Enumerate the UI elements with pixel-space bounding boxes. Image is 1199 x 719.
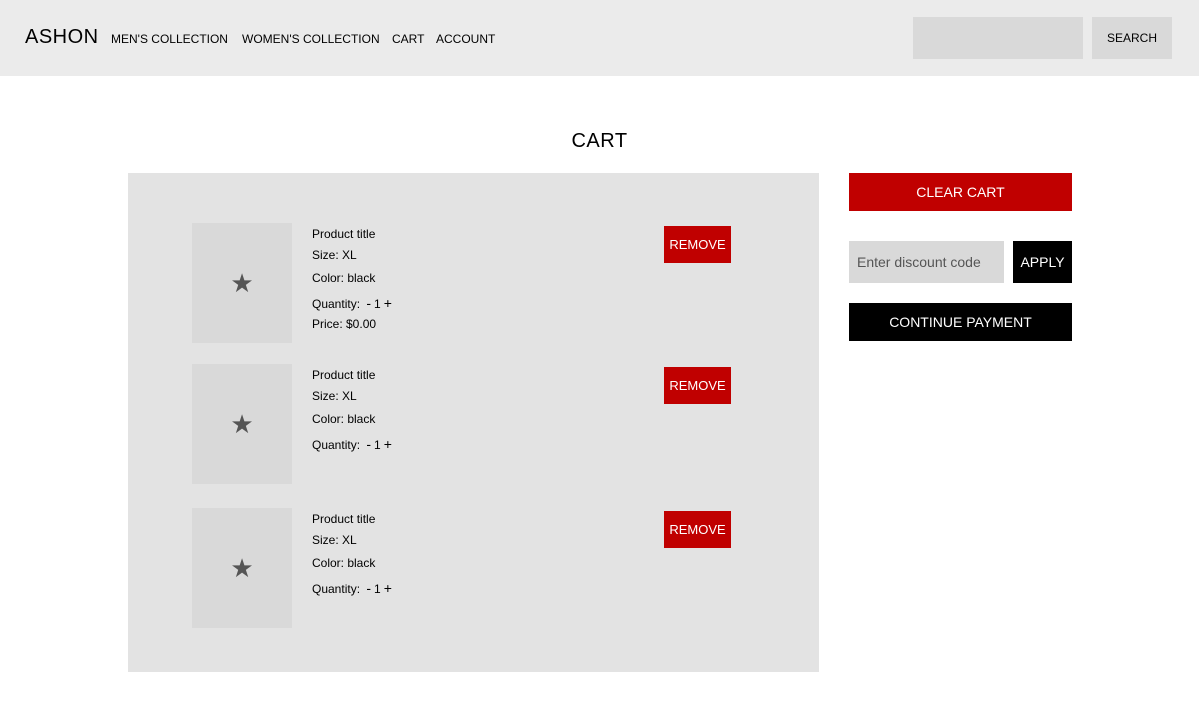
brand-logo[interactable]: ASHON (25, 26, 99, 49)
product-title: Product title (312, 227, 376, 241)
discount-code-input[interactable] (849, 241, 1004, 283)
quantity-stepper: Quantity: -1 + (312, 580, 395, 596)
cart-items-panel: ★ Product title Size: XL Color: black Qu… (128, 173, 819, 672)
quantity-increase-button[interactable]: + (381, 295, 395, 311)
product-color: Color: black (312, 412, 376, 426)
product-image: ★ (192, 364, 292, 484)
nav-cart[interactable]: CART (392, 32, 424, 46)
nav-account[interactable]: ACCOUNT (436, 32, 495, 46)
nav-womens-collection[interactable]: WOMEN'S COLLECTION (242, 32, 380, 46)
product-size: Size: XL (312, 248, 357, 262)
top-navigation: ASHON MEN'S COLLECTION WOMEN'S COLLECTIO… (0, 0, 1199, 76)
quantity-label: Quantity: (312, 438, 361, 452)
quantity-value: 1 (374, 297, 381, 311)
cart-item: ★ Product title Size: XL Color: black Qu… (192, 508, 752, 628)
page-title: CART (571, 130, 628, 152)
quantity-stepper: Quantity: -1 + (312, 295, 395, 311)
product-price: Price: $0.00 (312, 317, 377, 331)
remove-button[interactable]: REMOVE (664, 511, 731, 548)
star-icon: ★ (230, 267, 254, 298)
quantity-label: Quantity: (312, 297, 361, 311)
product-size: Size: XL (312, 389, 357, 403)
cart-item: ★ Product title Size: XL Color: black Qu… (192, 364, 752, 484)
continue-payment-button[interactable]: CONTINUE PAYMENT (849, 303, 1072, 341)
clear-cart-button[interactable]: CLEAR CART (849, 173, 1072, 211)
quantity-decrease-button[interactable]: - (363, 580, 374, 596)
cart-item: ★ Product title Size: XL Color: black Qu… (192, 223, 752, 343)
remove-button[interactable]: REMOVE (664, 226, 731, 263)
quantity-increase-button[interactable]: + (381, 580, 395, 596)
product-color: Color: black (312, 271, 376, 285)
quantity-decrease-button[interactable]: - (363, 295, 374, 311)
product-title: Product title (312, 368, 376, 382)
quantity-value: 1 (374, 582, 381, 596)
remove-button[interactable]: REMOVE (664, 367, 731, 404)
quantity-increase-button[interactable]: + (381, 436, 395, 452)
apply-discount-button[interactable]: APPLY (1013, 241, 1072, 283)
quantity-stepper: Quantity: -1 + (312, 436, 395, 452)
product-image: ★ (192, 508, 292, 628)
nav-mens-collection[interactable]: MEN'S COLLECTION (111, 32, 228, 46)
product-size: Size: XL (312, 533, 357, 547)
product-color: Color: black (312, 556, 376, 570)
star-icon: ★ (230, 408, 254, 439)
quantity-label: Quantity: (312, 582, 361, 596)
search-input[interactable] (913, 17, 1083, 59)
product-image: ★ (192, 223, 292, 343)
quantity-decrease-button[interactable]: - (363, 436, 374, 452)
star-icon: ★ (230, 552, 254, 583)
quantity-value: 1 (374, 438, 381, 452)
product-title: Product title (312, 512, 376, 526)
search-button[interactable]: SEARCH (1092, 17, 1172, 59)
